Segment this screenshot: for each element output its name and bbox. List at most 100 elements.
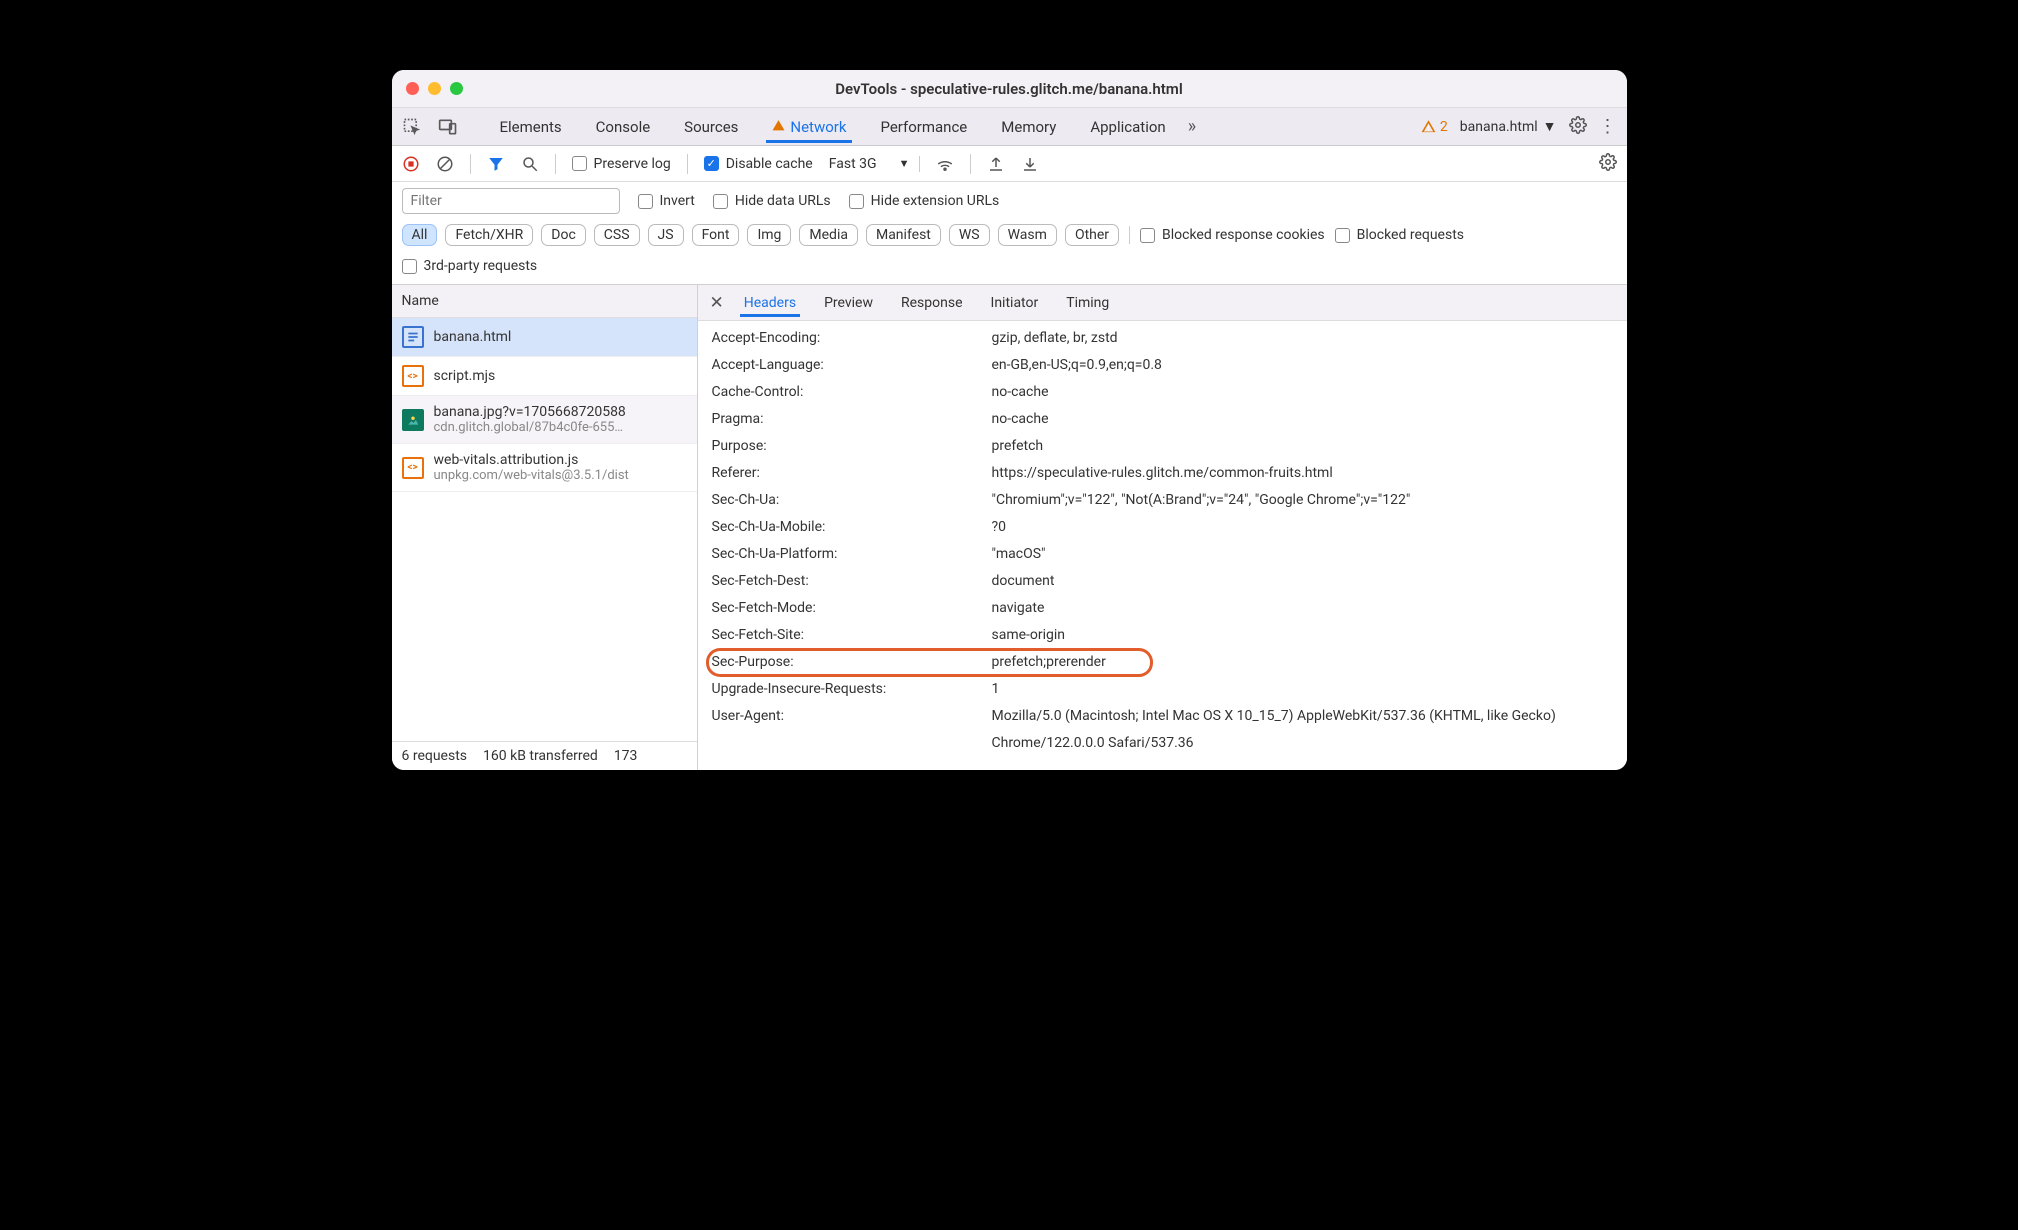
request-list: banana.html<>script.mjs banana.jpg?v=1705… xyxy=(392,318,697,741)
header-name: Sec-Ch-Ua-Platform: xyxy=(712,541,992,568)
clear-icon[interactable] xyxy=(436,155,454,173)
tab-sources[interactable]: Sources xyxy=(678,111,744,143)
type-pill-font[interactable]: Font xyxy=(692,224,740,246)
record-icon[interactable] xyxy=(402,155,420,173)
type-pill-fetchxhr[interactable]: Fetch/XHR xyxy=(445,224,533,246)
type-pill-doc[interactable]: Doc xyxy=(541,224,586,246)
request-row[interactable]: <>web-vitals.attribution.jsunpkg.com/web… xyxy=(392,444,697,492)
type-pill-wasm[interactable]: Wasm xyxy=(998,224,1057,246)
header-value: same-origin xyxy=(992,622,1627,649)
request-row[interactable]: banana.html xyxy=(392,318,697,357)
third-party-label: 3rd-party requests xyxy=(424,258,538,274)
content-area: Name banana.html<>script.mjs banana.jpg?v… xyxy=(392,285,1627,770)
kebab-menu-icon[interactable]: ⋮ xyxy=(1599,116,1617,137)
close-window-button[interactable] xyxy=(406,82,419,95)
tab-elements[interactable]: Elements xyxy=(494,111,568,143)
header-name: Cache-Control: xyxy=(712,379,992,406)
request-row[interactable]: banana.jpg?v=1705668720588cdn.glitch.glo… xyxy=(392,396,697,444)
filter-icon[interactable] xyxy=(487,155,505,173)
header-name: Upgrade-Insecure-Requests: xyxy=(712,676,992,703)
header-row: Sec-Ch-Ua:"Chromium";v="122", "Not(A:Bra… xyxy=(712,487,1627,514)
type-pill-media[interactable]: Media xyxy=(799,224,858,246)
tab-performance[interactable]: Performance xyxy=(874,111,973,143)
header-value: ?0 xyxy=(992,514,1627,541)
close-detail-icon[interactable]: ✕ xyxy=(710,293,724,313)
inspect-icon[interactable] xyxy=(402,117,422,137)
detail-tab-headers[interactable]: Headers xyxy=(740,289,800,317)
header-value: 1 xyxy=(992,676,1627,703)
more-tabs-icon[interactable]: » xyxy=(1188,116,1196,137)
blocked-requests-label: Blocked requests xyxy=(1357,227,1464,243)
disable-cache-checkbox[interactable]: ✓Disable cache xyxy=(704,156,813,172)
third-party-checkbox[interactable]: 3rd-party requests xyxy=(402,258,538,274)
type-pill-css[interactable]: CSS xyxy=(594,224,640,246)
header-value: prefetch;prerender xyxy=(992,649,1627,676)
tab-console[interactable]: Console xyxy=(590,111,657,143)
hide-extension-urls-checkbox[interactable]: Hide extension URLs xyxy=(849,193,1000,209)
preserve-log-checkbox[interactable]: Preserve log xyxy=(572,156,671,172)
status-bar: 6 requests 160 kB transferred 173 xyxy=(392,741,697,770)
type-pill-manifest[interactable]: Manifest xyxy=(866,224,941,246)
type-pill-other[interactable]: Other xyxy=(1065,224,1119,246)
headers-list: Accept-Encoding:gzip, deflate, br, zstdA… xyxy=(698,321,1627,770)
header-name: Sec-Ch-Ua: xyxy=(712,487,992,514)
filter-bar: Invert Hide data URLs Hide extension URL… xyxy=(392,182,1627,220)
request-name: script.mjs xyxy=(434,368,496,384)
detail-panel: ✕ HeadersPreviewResponseInitiatorTiming … xyxy=(698,285,1627,770)
header-row: User-Agent:Mozilla/5.0 (Macintosh; Intel… xyxy=(712,703,1627,757)
hide-data-urls-label: Hide data URLs xyxy=(735,193,831,209)
header-row: Sec-Ch-Ua-Mobile:?0 xyxy=(712,514,1627,541)
throttling-select[interactable]: Fast 3G ▼ xyxy=(829,156,921,172)
detail-tab-response[interactable]: Response xyxy=(897,289,967,317)
tab-label: Sources xyxy=(684,118,738,136)
hide-data-urls-checkbox[interactable]: Hide data URLs xyxy=(713,193,831,209)
request-row[interactable]: <>script.mjs xyxy=(392,357,697,396)
device-toggle-icon[interactable] xyxy=(438,117,458,137)
type-pill-ws[interactable]: WS xyxy=(949,224,990,246)
header-name: Sec-Fetch-Site: xyxy=(712,622,992,649)
header-value: navigate xyxy=(992,595,1627,622)
header-name: Sec-Fetch-Dest: xyxy=(712,568,992,595)
search-icon[interactable] xyxy=(521,155,539,173)
network-conditions-icon[interactable] xyxy=(936,155,954,173)
settings-icon[interactable] xyxy=(1569,116,1587,138)
header-value: no-cache xyxy=(992,379,1627,406)
status-requests: 6 requests xyxy=(402,748,468,764)
hide-extension-urls-label: Hide extension URLs xyxy=(871,193,1000,209)
detail-tab-preview[interactable]: Preview xyxy=(820,289,877,317)
tab-application[interactable]: Application xyxy=(1084,111,1171,143)
header-row: Referer:https://speculative-rules.glitch… xyxy=(712,460,1627,487)
filter-input[interactable] xyxy=(402,188,620,214)
zoom-window-button[interactable] xyxy=(450,82,463,95)
tab-label: Elements xyxy=(500,118,562,136)
request-name: web-vitals.attribution.jsunpkg.com/web-v… xyxy=(434,452,629,483)
devtools-window: DevTools - speculative-rules.glitch.me/b… xyxy=(392,70,1627,770)
blocked-requests-checkbox[interactable]: Blocked requests xyxy=(1335,227,1464,243)
type-pill-js[interactable]: JS xyxy=(648,224,684,246)
context-selector[interactable]: banana.html ▼ xyxy=(1460,118,1557,135)
invert-checkbox[interactable]: Invert xyxy=(638,193,695,209)
throttling-value: Fast 3G xyxy=(829,156,877,172)
header-value: https://speculative-rules.glitch.me/comm… xyxy=(992,460,1627,487)
header-name: User-Agent: xyxy=(712,703,992,757)
minimize-window-button[interactable] xyxy=(428,82,441,95)
tab-label: Network xyxy=(790,118,846,136)
header-row: Sec-Ch-Ua-Platform:"macOS" xyxy=(712,541,1627,568)
blocked-cookies-checkbox[interactable]: Blocked response cookies xyxy=(1140,227,1325,243)
document-icon xyxy=(402,326,424,348)
download-icon[interactable] xyxy=(1021,155,1039,173)
tab-memory[interactable]: Memory xyxy=(995,111,1062,143)
upload-icon[interactable] xyxy=(987,155,1005,173)
name-column-header[interactable]: Name xyxy=(392,285,697,318)
header-value: Mozilla/5.0 (Macintosh; Intel Mac OS X 1… xyxy=(992,703,1627,757)
tab-network[interactable]: Network xyxy=(766,111,852,143)
request-name: banana.jpg?v=1705668720588cdn.glitch.glo… xyxy=(434,404,626,435)
warnings-badge[interactable]: 2 xyxy=(1421,119,1448,135)
detail-tab-initiator[interactable]: Initiator xyxy=(987,289,1043,317)
network-settings-icon[interactable] xyxy=(1599,156,1617,175)
tab-label: Application xyxy=(1090,118,1165,136)
detail-tab-timing[interactable]: Timing xyxy=(1062,289,1113,317)
type-pill-all[interactable]: All xyxy=(402,224,438,246)
type-pill-img[interactable]: Img xyxy=(747,224,791,246)
header-row: Cache-Control:no-cache xyxy=(712,379,1627,406)
